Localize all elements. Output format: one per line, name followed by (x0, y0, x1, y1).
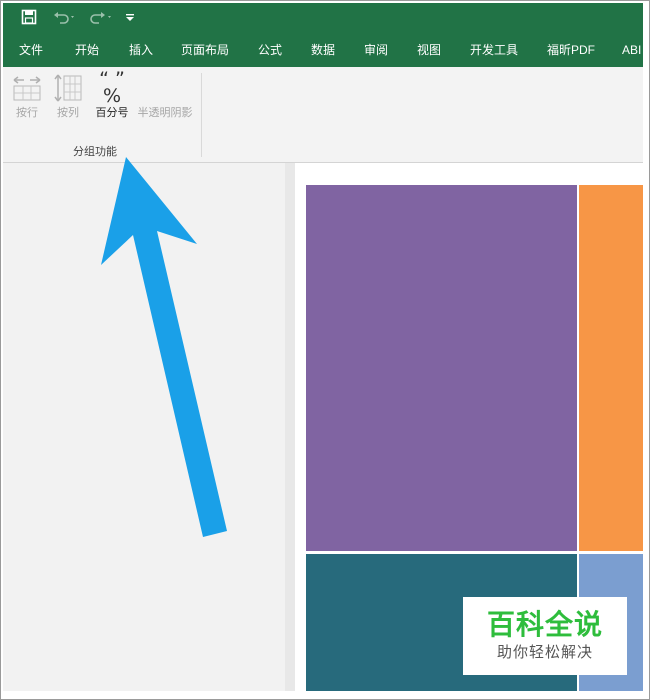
watermark-subtitle: 助你轻松解决 (496, 644, 593, 661)
watermark: 百科全说 助你轻松解决 (463, 597, 627, 675)
watermark-title: 百科全说 (486, 609, 603, 640)
arrow-pointer (101, 157, 227, 537)
window-frame: 文件 开始 插入 页面布局 公式 数据 审阅 视图 开发工具 福昕PDF ABI… (0, 0, 650, 700)
